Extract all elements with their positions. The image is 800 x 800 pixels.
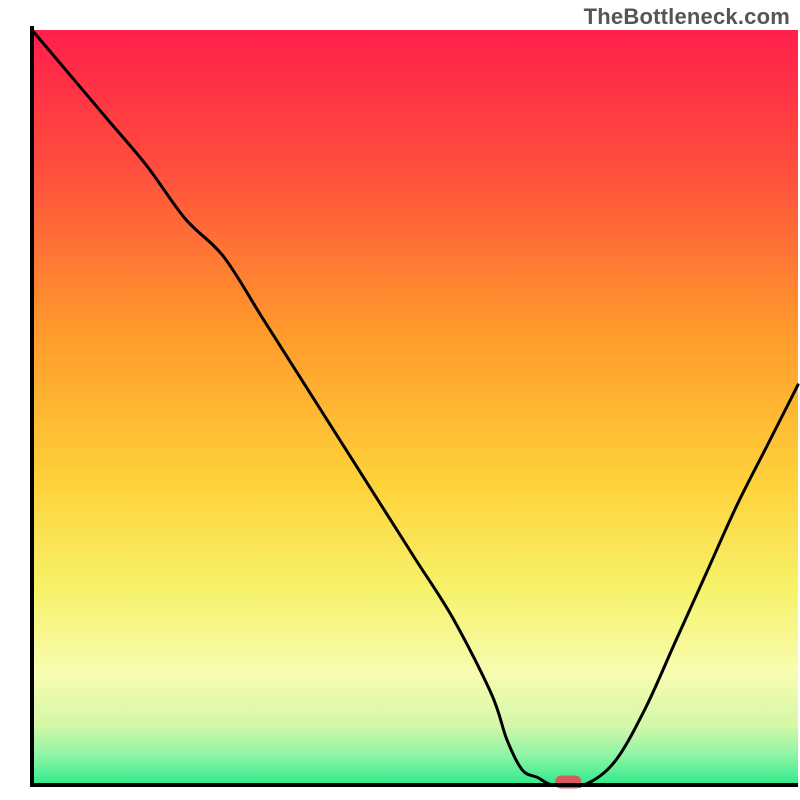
bottleneck-chart: [0, 0, 800, 800]
chart-container: TheBottleneck.com: [0, 0, 800, 800]
attribution-watermark: TheBottleneck.com: [584, 4, 790, 30]
